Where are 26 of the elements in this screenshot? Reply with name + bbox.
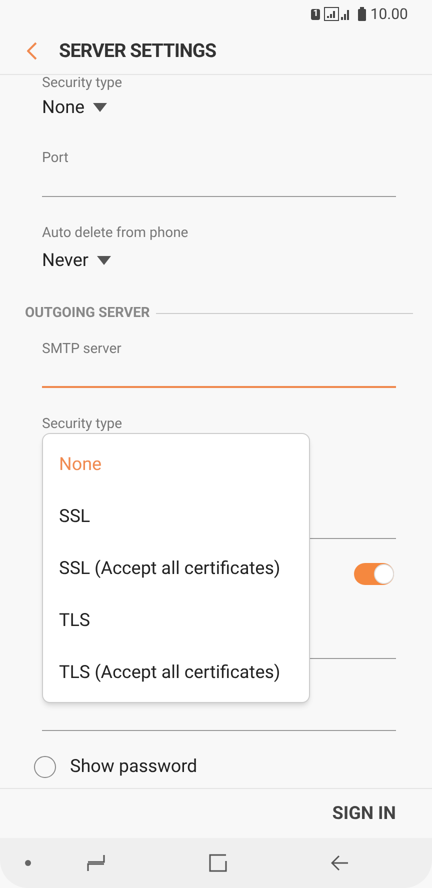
dropdown-arrow-icon xyxy=(96,256,111,264)
back-icon[interactable] xyxy=(331,855,349,871)
chevron-left-icon xyxy=(27,42,37,60)
show-password-radio[interactable] xyxy=(34,756,56,778)
recent-apps-icon[interactable] xyxy=(87,854,105,872)
show-password-label: Show password xyxy=(70,755,198,779)
section-title: OUTGOING SERVER xyxy=(25,304,150,323)
field-label: Port xyxy=(42,149,70,168)
clock: 10.00 xyxy=(370,4,408,25)
dropdown-option[interactable]: TLS xyxy=(43,594,309,646)
field-label: Security type xyxy=(42,75,124,91)
field-label: Auto delete from phone xyxy=(42,224,190,243)
dropdown-arrow-icon xyxy=(92,102,107,112)
sign-in-button[interactable]: SIGN IN xyxy=(332,800,396,827)
auto-delete-dropdown[interactable]: Never xyxy=(42,247,111,273)
dropdown-option[interactable]: TLS (Accept all certificates) xyxy=(43,646,309,698)
security-type-dropdown[interactable]: None xyxy=(42,94,107,120)
home-icon[interactable] xyxy=(209,854,227,872)
field-label: Security type xyxy=(42,415,124,434)
dropdown-option[interactable]: SSL xyxy=(43,490,309,542)
toggle-switch[interactable] xyxy=(354,563,394,585)
field-label: SMTP server xyxy=(42,340,122,359)
battery-icon xyxy=(358,7,366,21)
dropdown-option[interactable]: SSL (Accept all certificates) xyxy=(43,542,309,594)
sim-indicator: 1 xyxy=(311,8,320,20)
page-title: SERVER SETTINGS xyxy=(59,38,216,64)
